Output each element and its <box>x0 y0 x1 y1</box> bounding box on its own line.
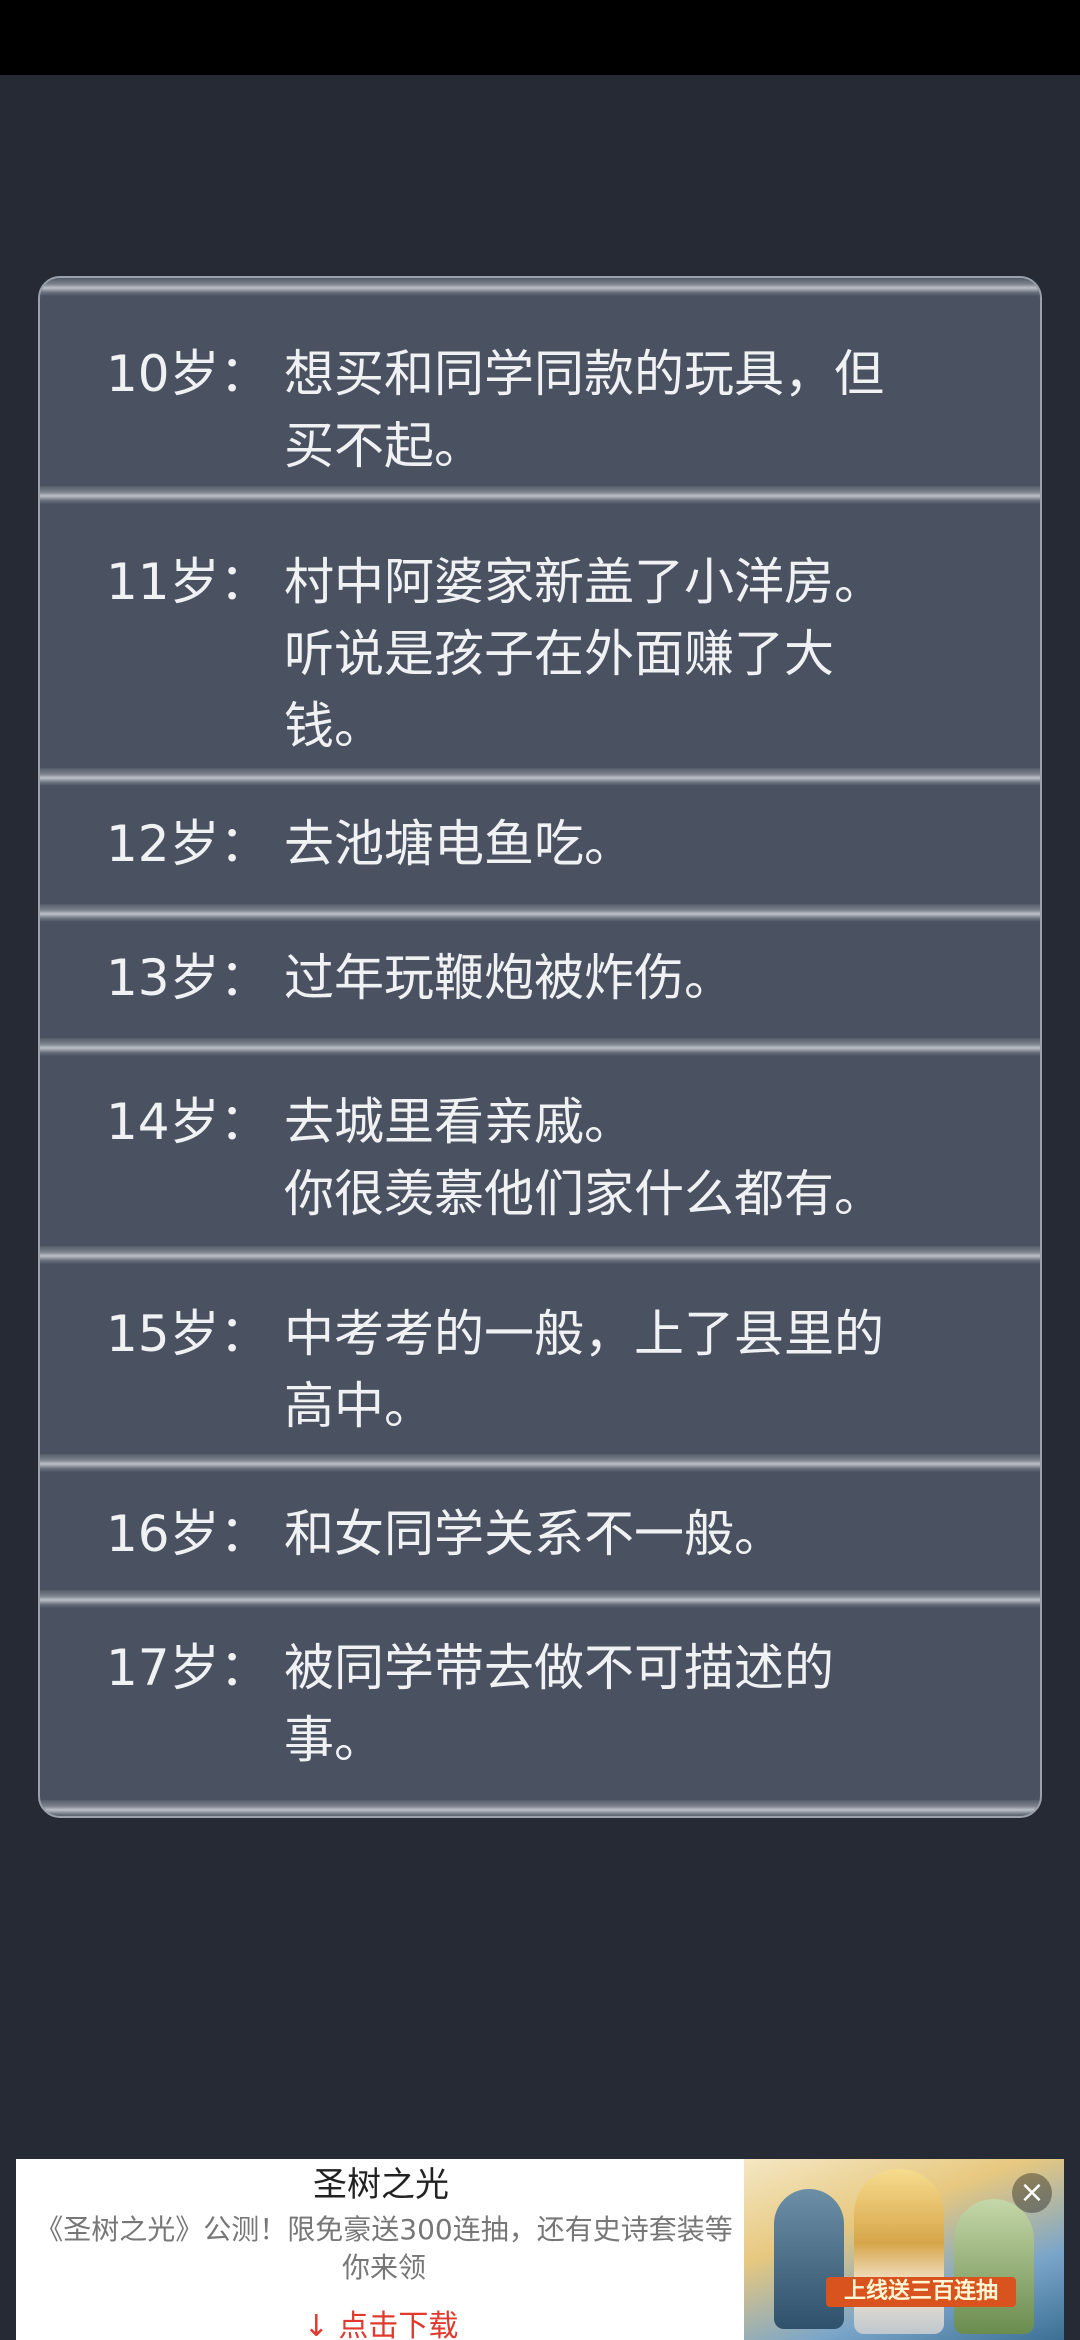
ad-character-figure <box>774 2189 844 2329</box>
event-text: 村中阿婆家新盖了小洋房。 听说是孩子在外面赚了大 钱。 <box>284 553 884 755</box>
ad-image-banner: 上线送三百连抽 <box>826 2277 1016 2307</box>
event-row: 16岁： 和女同学关系不一般。 <box>40 1472 1040 1590</box>
event-text: 中考考的一般，上了县里的 高中。 <box>284 1305 884 1435</box>
ad-image[interactable]: 上线送三百连抽 × <box>744 2159 1064 2340</box>
event-text: 想买和同学同款的玩具，但 买不起。 <box>284 345 884 475</box>
event-row: 12岁： 去池塘电鱼吃。 <box>40 786 1040 904</box>
life-events-panel[interactable]: 10岁： 想买和同学同款的玩具，但 买不起。 11岁： 村中阿婆家新盖了小洋房。… <box>38 276 1042 1818</box>
status-bar <box>0 0 1080 75</box>
event-age: 11岁： <box>106 553 270 611</box>
ad-description[interactable]: 《圣树之光》公测！限免豪送300连抽，还有史诗套装等你来领 <box>22 2211 746 2287</box>
event-row: 11岁： 村中阿婆家新盖了小洋房。 听说是孩子在外面赚了大 钱。 <box>40 504 1040 768</box>
event-text: 过年玩鞭炮被炸伤。 <box>284 949 734 1007</box>
event-row: 17岁： 被同学带去做不可描述的 事。 <box>40 1608 1040 1800</box>
event-text: 去城里看亲戚。 你很羡慕他们家什么都有。 <box>284 1093 884 1223</box>
event-age: 10岁： <box>106 345 270 403</box>
row-divider <box>40 1454 1040 1472</box>
event-row: 15岁： 中考考的一般，上了县里的 高中。 <box>40 1264 1040 1454</box>
row-divider <box>40 486 1040 504</box>
event-age: 15岁： <box>106 1305 270 1363</box>
row-divider <box>40 1038 1040 1056</box>
event-age: 13岁： <box>106 949 270 1007</box>
row-divider <box>40 768 1040 786</box>
ad-banner[interactable]: 圣树之光 《圣树之光》公测！限免豪送300连抽，还有史诗套装等你来领 ↓ 点击下… <box>16 2159 1064 2340</box>
row-divider <box>40 1800 1040 1816</box>
event-row: 10岁： 想买和同学同款的玩具，但 买不起。 <box>40 296 1040 486</box>
close-icon[interactable]: × <box>1012 2173 1052 2213</box>
event-text: 和女同学关系不一般。 <box>284 1505 784 1563</box>
event-age: 12岁： <box>106 815 270 873</box>
ad-character-figure <box>954 2199 1034 2334</box>
event-row: 13岁： 过年玩鞭炮被炸伤。 <box>40 922 1040 1038</box>
row-divider <box>40 1246 1040 1264</box>
event-age: 14岁： <box>106 1093 270 1151</box>
event-text: 去池塘电鱼吃。 <box>284 815 634 873</box>
ad-download-button[interactable]: ↓ 点击下载 <box>16 2307 746 2340</box>
row-divider <box>40 1590 1040 1608</box>
event-row: 14岁： 去城里看亲戚。 你很羡慕他们家什么都有。 <box>40 1056 1040 1246</box>
row-divider <box>40 278 1040 296</box>
row-divider <box>40 904 1040 922</box>
event-age: 16岁： <box>106 1505 270 1563</box>
event-age: 17岁： <box>106 1639 270 1697</box>
ad-character-figure <box>854 2169 944 2334</box>
event-text: 被同学带去做不可描述的 事。 <box>284 1639 834 1769</box>
ad-title[interactable]: 圣树之光 <box>16 2163 746 2207</box>
